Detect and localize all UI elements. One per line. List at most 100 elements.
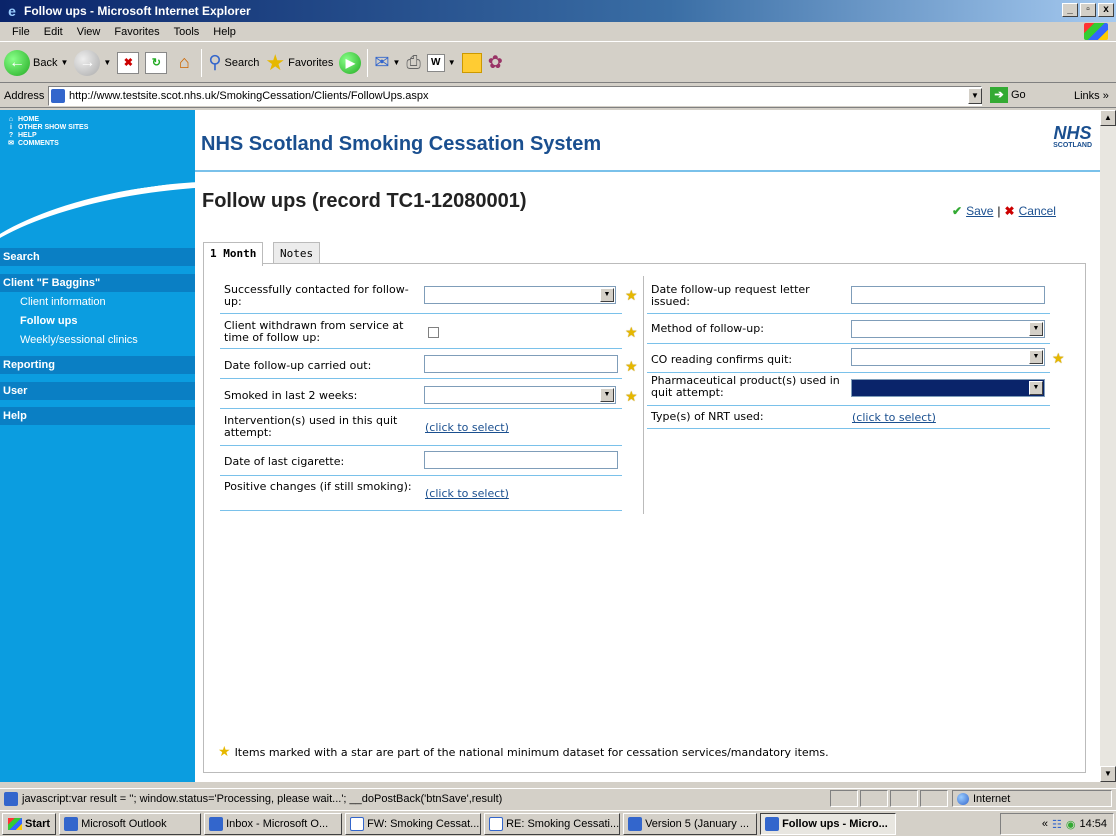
comments-link[interactable]: ✉ COMMENTS: [8, 140, 195, 148]
search-icon: ⚲: [208, 52, 222, 72]
taskbar-item-label: Inbox - Microsoft O...: [226, 817, 329, 830]
chevron-down-icon: ▼: [600, 288, 614, 302]
go-button[interactable]: ➔ Go: [990, 87, 1026, 103]
refresh-icon[interactable]: ↻: [145, 51, 168, 74]
method-select[interactable]: ▼: [851, 320, 1045, 338]
start-button[interactable]: Start: [2, 812, 57, 835]
menu-tools[interactable]: Tools: [168, 26, 206, 38]
network-icon[interactable]: ☷: [1052, 818, 1062, 831]
cancel-link[interactable]: Cancel: [1019, 204, 1056, 218]
taskbar-item-re-email[interactable]: RE: Smoking Cessati...: [484, 812, 621, 835]
site-title: NHS Scotland Smoking Cessation System: [201, 133, 602, 155]
search-button[interactable]: ⚲ Search: [208, 52, 259, 73]
mail-button[interactable]: ✉ ▼: [374, 52, 400, 73]
stop-icon[interactable]: ✖: [117, 51, 140, 74]
method-label: Method of follow-up:: [651, 322, 764, 335]
home-icon: ⌂: [8, 116, 14, 123]
nav-client-information[interactable]: Client information: [20, 296, 106, 308]
left-navigation: ⌂ HOME i OTHER SHOW SITES ? HELP ✉ COMMENTS …: [0, 110, 195, 782]
edit-button[interactable]: W ▼: [426, 53, 456, 72]
nav-follow-ups[interactable]: Follow ups: [20, 315, 77, 327]
other-show-sites-link[interactable]: i OTHER SHOW SITES: [8, 124, 195, 132]
withdrawn-checkbox[interactable]: [428, 327, 439, 338]
date-carried-out-input[interactable]: [424, 355, 618, 373]
footnote: ★ Items marked with a star are part of t…: [218, 744, 829, 760]
nrt-type-label: Type(s) of NRT used:: [651, 410, 764, 423]
close-button[interactable]: x: [1098, 3, 1114, 17]
title-bar: e Follow ups - Microsoft Internet Explor…: [0, 0, 1116, 22]
smoked-select[interactable]: ▼: [424, 386, 616, 404]
letter-issued-input[interactable]: [851, 286, 1045, 304]
last-cigarette-label: Date of last cigarette:: [224, 455, 345, 468]
interventions-select-link[interactable]: (click to select): [425, 421, 509, 434]
menu-favorites[interactable]: Favorites: [108, 26, 165, 38]
contacted-select[interactable]: ▼: [424, 286, 616, 304]
menu-edit[interactable]: Edit: [38, 26, 69, 38]
favorites-button[interactable]: ★ Favorites: [265, 50, 333, 76]
help-link[interactable]: ? HELP: [8, 132, 195, 140]
save-link[interactable]: Save: [966, 204, 993, 218]
address-input[interactable]: http://www.testsite.scot.nhs.uk/SmokingC…: [48, 86, 982, 106]
forward-arrow-icon: →: [74, 49, 101, 76]
nav-weekly-clinics[interactable]: Weekly/sessional clinics: [20, 334, 138, 346]
nav-reporting[interactable]: Reporting: [0, 356, 195, 374]
nav-search[interactable]: Search: [0, 248, 195, 266]
windows-logo-icon: [1084, 23, 1108, 40]
co-reading-select[interactable]: ▼: [851, 348, 1045, 366]
home-icon[interactable]: ⌂: [173, 52, 195, 74]
vertical-scrollbar[interactable]: ▲ ▼: [1100, 110, 1116, 782]
star-icon: ★: [625, 388, 638, 404]
interventions-label: Intervention(s) used in this quit attemp…: [224, 414, 398, 439]
nrt-type-select-link[interactable]: (click to select): [852, 411, 936, 424]
wireless-icon[interactable]: ◉: [1066, 818, 1076, 831]
address-dropdown-button[interactable]: ▼: [968, 88, 982, 104]
window-title: Follow ups - Microsoft Internet Explorer: [24, 4, 251, 18]
page-title: Follow ups (record TC1-12080001): [202, 190, 527, 212]
forward-button[interactable]: → ▼: [74, 49, 112, 76]
taskbar: Start Microsoft Outlook Inbox - Microsof…: [0, 810, 1116, 836]
home-link[interactable]: ⌂ HOME: [8, 116, 195, 124]
taskbar-item-fw-email[interactable]: FW: Smoking Cessat...: [345, 812, 482, 835]
letter-issued-label: Date follow-up request letter issued:: [651, 283, 810, 308]
pharma-product-select[interactable]: ▼: [851, 379, 1045, 397]
last-cigarette-input[interactable]: [424, 451, 618, 469]
minimize-button[interactable]: _: [1062, 3, 1078, 17]
toolbar-separator: [201, 48, 203, 77]
taskbar-item-label: RE: Smoking Cessati...: [506, 817, 620, 830]
divider: [647, 428, 1050, 429]
nav-user[interactable]: User: [0, 382, 195, 400]
divider: [220, 445, 622, 446]
taskbar-item-label: Follow ups - Micro...: [782, 817, 888, 830]
nav-help[interactable]: Help: [0, 407, 195, 425]
links-button[interactable]: Links »: [1074, 90, 1109, 102]
scroll-down-icon[interactable]: ▼: [1100, 766, 1116, 782]
other-show-sites-label: OTHER SHOW SITES: [18, 124, 89, 131]
notes-icon[interactable]: [461, 52, 482, 73]
taskbar-item-word-doc[interactable]: Version 5 (January ...: [623, 812, 758, 835]
chevron-left-icon[interactable]: «: [1042, 818, 1048, 830]
star-icon: ★: [218, 744, 231, 760]
print-icon[interactable]: ⎙: [406, 52, 420, 73]
chevron-down-icon: ▼: [103, 58, 112, 67]
maximize-button[interactable]: ▫: [1080, 3, 1096, 17]
positive-changes-label: Positive changes (if still smoking):: [224, 480, 412, 493]
media-icon[interactable]: ▶: [339, 51, 362, 74]
menu-view[interactable]: View: [71, 26, 107, 38]
menu-help[interactable]: Help: [207, 26, 242, 38]
comments-label: COMMENTS: [18, 140, 59, 147]
scroll-up-icon[interactable]: ▲: [1100, 110, 1116, 126]
taskbar-item-ie[interactable]: Follow ups - Micro...: [760, 812, 897, 835]
messenger-icon[interactable]: ✿: [488, 52, 503, 73]
taskbar-item-inbox[interactable]: Inbox - Microsoft O...: [204, 812, 343, 835]
chevron-down-icon: ▼: [60, 58, 69, 67]
taskbar-item-outlook[interactable]: Microsoft Outlook: [59, 812, 202, 835]
menu-file[interactable]: File: [6, 26, 36, 38]
back-button[interactable]: ← Back ▼: [4, 49, 69, 76]
nav-client[interactable]: Client "F Baggins": [0, 274, 195, 292]
tab-1-month[interactable]: 1 Month: [203, 242, 264, 266]
nhs-scotland-logo: NHS SCOTLAND: [1053, 124, 1092, 149]
divider: [647, 405, 1050, 406]
globe-icon: [957, 792, 969, 805]
positive-changes-select-link[interactable]: (click to select): [425, 487, 509, 500]
tab-notes[interactable]: Notes: [273, 242, 321, 264]
